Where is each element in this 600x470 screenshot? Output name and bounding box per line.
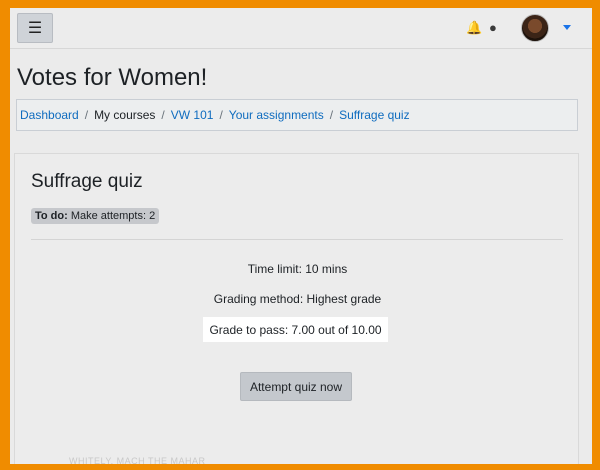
attempt-quiz-button[interactable]: Attempt quiz now bbox=[240, 372, 352, 401]
nav-drawer-toggle-button[interactable]: ☰ bbox=[17, 13, 53, 43]
breadcrumb-separator: / bbox=[84, 108, 89, 122]
quiz-card: Suffrage quiz To do: Make attempts: 2 Ti… bbox=[14, 153, 579, 464]
top-navbar: ☰ 🔔 ● bbox=[10, 8, 592, 49]
grading-method-text: Grading method: Highest grade bbox=[213, 292, 382, 306]
todo-label: To do: bbox=[35, 210, 68, 222]
breadcrumb-dashboard[interactable]: Dashboard bbox=[20, 108, 79, 122]
grade-to-pass-box: Grade to pass: 7.00 out of 10.00 bbox=[203, 317, 388, 342]
grade-to-pass-text: Grade to pass: 7.00 out of 10.00 bbox=[209, 322, 382, 337]
breadcrumb-separator: / bbox=[329, 108, 334, 122]
todo-text: Make attempts: 2 bbox=[70, 210, 156, 222]
breadcrumb-assignments[interactable]: Your assignments bbox=[229, 108, 324, 122]
app-frame: ☰ 🔔 ● Votes for Women! Dashboard / My co… bbox=[10, 8, 592, 464]
caret-down-icon[interactable] bbox=[563, 25, 571, 30]
footer-faded-text: WHITELY, MACH THE MAHAR bbox=[69, 456, 206, 464]
quiz-title: Suffrage quiz bbox=[31, 171, 143, 192]
breadcrumb: Dashboard / My courses / VW 101 / Your a… bbox=[16, 99, 578, 131]
breadcrumb-my-courses: My courses bbox=[94, 108, 156, 122]
breadcrumb-separator: / bbox=[161, 108, 165, 122]
divider bbox=[31, 239, 563, 240]
todo-badge: To do: Make attempts: 2 bbox=[31, 208, 160, 224]
page-title: Votes for Women! bbox=[17, 64, 208, 91]
time-limit-text: Time limit: 10 mins bbox=[247, 262, 348, 276]
chat-bubble-icon[interactable]: ● bbox=[489, 20, 497, 35]
hamburger-icon: ☰ bbox=[27, 20, 43, 37]
breadcrumb-course[interactable]: VW 101 bbox=[171, 108, 214, 122]
bell-icon[interactable]: 🔔 bbox=[466, 20, 482, 36]
breadcrumb-separator: / bbox=[219, 108, 223, 122]
avatar[interactable] bbox=[521, 14, 549, 42]
breadcrumb-suffrage-quiz[interactable]: Suffrage quiz bbox=[339, 108, 410, 122]
